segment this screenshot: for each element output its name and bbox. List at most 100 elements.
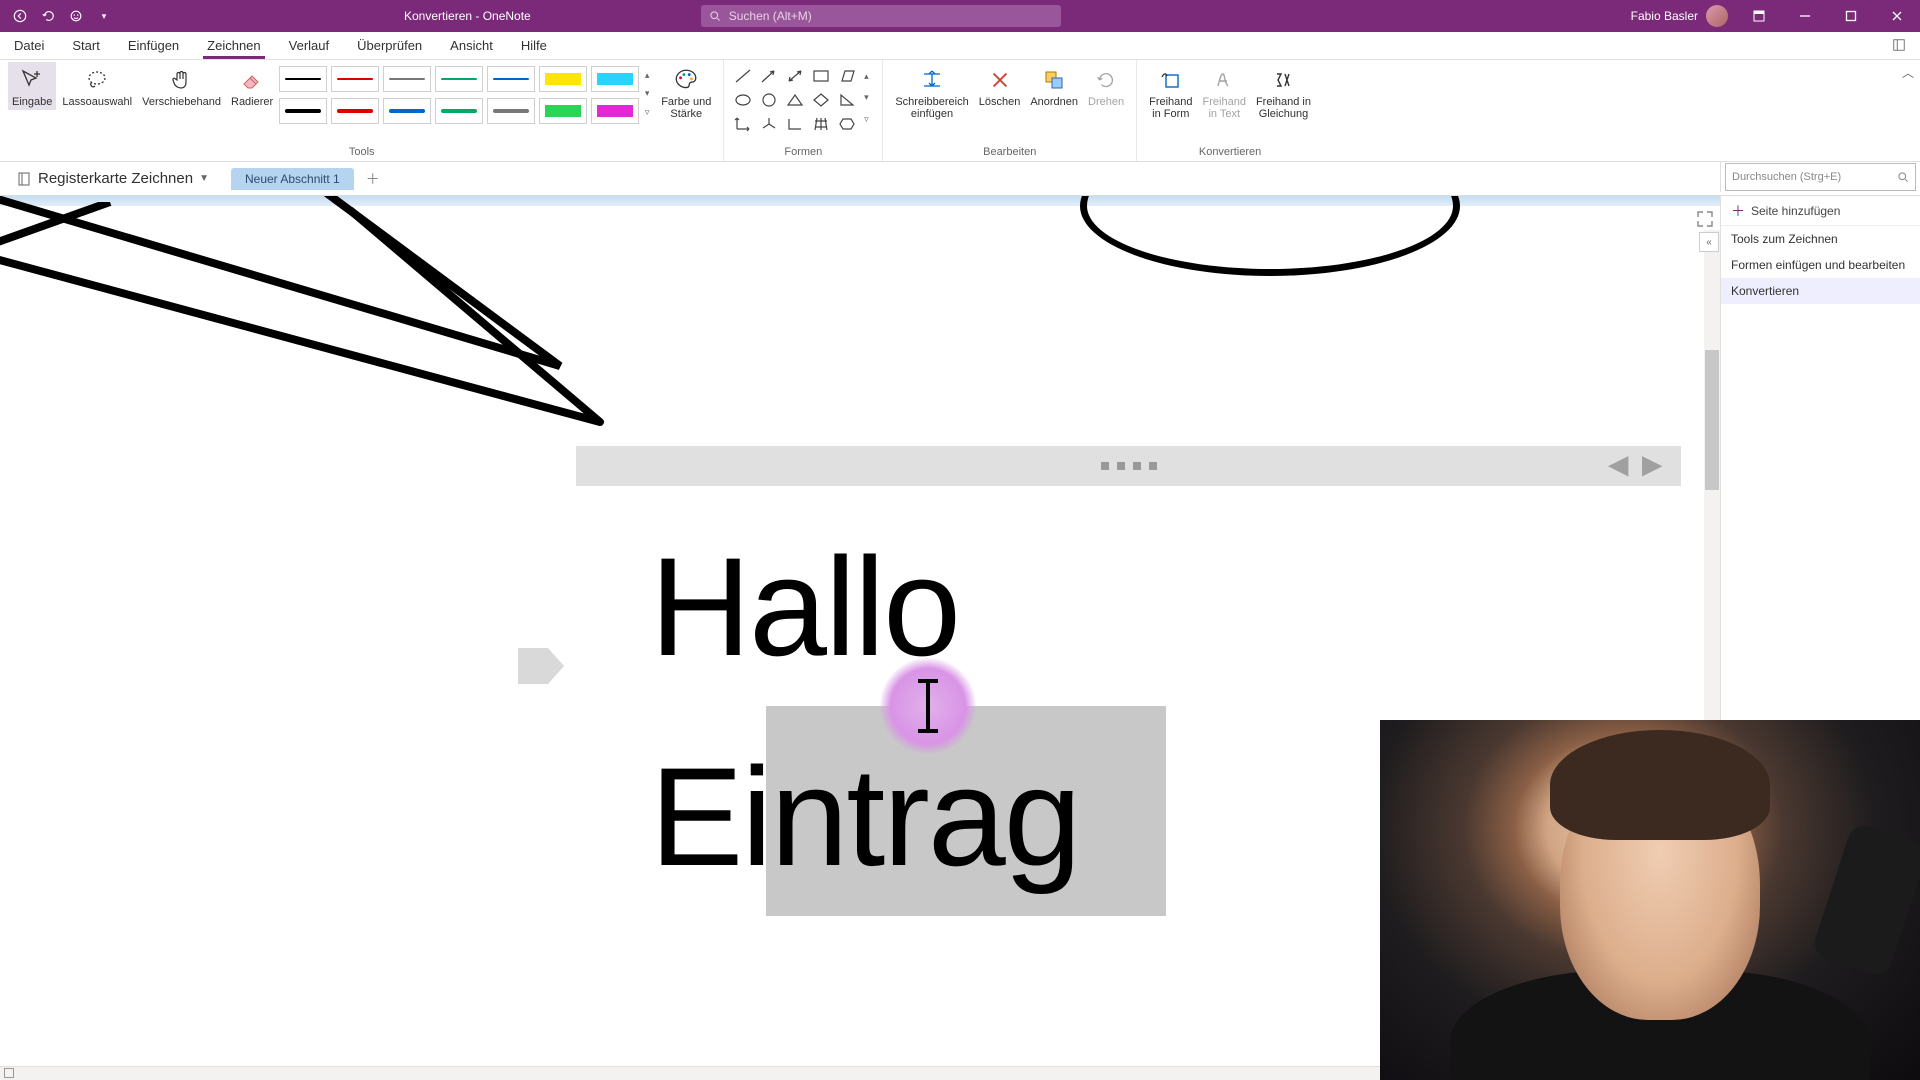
shape-circle[interactable]	[758, 90, 780, 110]
add-page-button[interactable]: ＋ Seite hinzufügen	[1721, 196, 1920, 226]
pen-red-thin[interactable]	[331, 66, 379, 92]
page-item-2[interactable]: Konvertieren	[1721, 278, 1920, 304]
shape-hexagon[interactable]	[836, 114, 858, 134]
quick-access-toolbar: ▾	[0, 4, 124, 28]
ink-math-icon	[1269, 66, 1297, 94]
scrollbar-thumb[interactable]	[1705, 350, 1719, 490]
tab-ansicht[interactable]: Ansicht	[436, 34, 507, 59]
rotate-icon	[1092, 66, 1120, 94]
note-tag-icon[interactable]	[510, 636, 570, 696]
tab-zeichnen[interactable]: Zeichnen	[193, 34, 274, 59]
group-tools: Eingabe Lassoauswahl Verschiebehand Radi…	[0, 60, 724, 161]
pen-blue-thick[interactable]	[383, 98, 431, 124]
page-item-1[interactable]: Formen einfügen und bearbeiten	[1721, 252, 1920, 278]
title-bar: ▾ Konvertieren - OneNote Suchen (Alt+M) …	[0, 0, 1920, 32]
shape-axes-3d[interactable]	[758, 114, 780, 134]
lasso-icon	[83, 66, 111, 94]
pen-gray-thin[interactable]	[383, 66, 431, 92]
pen-gray-thick[interactable]	[487, 98, 535, 124]
ink-text-icon	[1210, 66, 1238, 94]
insert-space-button[interactable]: Schreibbereich einfügen	[891, 62, 972, 122]
pen-green-thin[interactable]	[435, 66, 483, 92]
arrange-icon	[1040, 66, 1068, 94]
insert-space-icon	[918, 66, 946, 94]
shape-grid-3d[interactable]	[810, 114, 832, 134]
hand-button[interactable]: Verschiebehand	[138, 62, 225, 110]
shape-rect[interactable]	[810, 66, 832, 86]
rotate-button: Drehen	[1084, 62, 1128, 110]
lasso-button[interactable]: Lassoauswahl	[58, 62, 136, 110]
pen-red-thick[interactable]	[331, 98, 379, 124]
shape-triangle[interactable]	[784, 90, 806, 110]
plus-icon: ＋	[1731, 201, 1745, 221]
pen-green-thick[interactable]	[435, 98, 483, 124]
minimize-button[interactable]	[1782, 0, 1828, 32]
back-button[interactable]	[8, 4, 32, 28]
shape-parallelogram[interactable]	[836, 66, 858, 86]
avatar-icon	[1706, 5, 1728, 27]
drag-handle-icon[interactable]	[1101, 462, 1157, 470]
tab-verlauf[interactable]: Verlauf	[275, 34, 343, 59]
status-indicator[interactable]	[4, 1068, 14, 1078]
color-thickness-button[interactable]: Farbe und Stärke	[657, 62, 715, 122]
add-section-button[interactable]: ＋	[362, 168, 384, 190]
ribbon-collapse-button[interactable]: ︿	[1902, 64, 1914, 81]
tab-datei[interactable]: Datei	[0, 34, 58, 59]
ribbon-display-options[interactable]	[1736, 0, 1782, 32]
shape-axes-xy[interactable]	[784, 114, 806, 134]
eingabe-button[interactable]: Eingabe	[8, 62, 56, 110]
maximize-button[interactable]	[1828, 0, 1874, 32]
pen-blue-thin[interactable]	[487, 66, 535, 92]
group-label-tools: Tools	[349, 143, 375, 161]
eraser-button[interactable]: Radierer	[227, 62, 277, 110]
tab-einfuegen[interactable]: Einfügen	[114, 34, 193, 59]
notebook-dropdown[interactable]: Registerkarte Zeichnen ▼	[6, 166, 219, 191]
shapes-gallery[interactable]	[732, 62, 858, 134]
tab-hilfe[interactable]: Hilfe	[507, 34, 561, 59]
search-icon	[709, 10, 721, 22]
tab-ueberpruefen[interactable]: Überprüfen	[343, 34, 436, 59]
group-bearbeiten: Schreibbereich einfügen Löschen Anordnen…	[883, 60, 1137, 161]
shape-diamond[interactable]	[810, 90, 832, 110]
shape-right-triangle[interactable]	[836, 90, 858, 110]
indent-handle[interactable]: ►	[1635, 446, 1669, 485]
shape-line[interactable]	[732, 66, 754, 86]
pen-gallery-more[interactable]: ▴▾▿	[639, 62, 655, 126]
touch-mode-button[interactable]	[64, 4, 88, 28]
drawn-ellipse[interactable]	[1080, 196, 1460, 276]
shape-ellipse[interactable]	[732, 90, 754, 110]
text-line-2[interactable]: Eintrag	[650, 736, 1080, 898]
page-search-input[interactable]: Durchsuchen (Strg+E)	[1725, 163, 1916, 191]
drawn-triangle-shape[interactable]	[0, 202, 660, 462]
tab-start[interactable]: Start	[58, 34, 113, 59]
close-button[interactable]	[1874, 0, 1920, 32]
hl-cyan[interactable]	[591, 66, 639, 92]
search-box[interactable]: Suchen (Alt+M)	[701, 5, 1061, 27]
panel-collapse-button[interactable]: «	[1699, 232, 1719, 252]
shapes-gallery-more[interactable]: ▴▾▿	[858, 62, 874, 134]
fullscreen-toggle[interactable]	[1696, 210, 1714, 228]
undo-button[interactable]	[36, 4, 60, 28]
share-button[interactable]	[1886, 34, 1912, 59]
delete-button[interactable]: Löschen	[975, 62, 1025, 110]
window-title: Konvertieren - OneNote	[404, 9, 531, 23]
ink-to-shape-button[interactable]: Freihand in Form	[1145, 62, 1196, 122]
outdent-handle[interactable]: ◄	[1601, 446, 1635, 485]
pen-black-thin[interactable]	[279, 66, 327, 92]
ink-to-math-button[interactable]: Freihand in Gleichung	[1252, 62, 1315, 122]
pen-black-thick[interactable]	[279, 98, 327, 124]
page-item-0[interactable]: Tools zum Zeichnen	[1721, 226, 1920, 252]
arrange-button[interactable]: Anordnen	[1026, 62, 1082, 110]
hl-green[interactable]	[539, 98, 587, 124]
container-header[interactable]: ◄ ►	[576, 446, 1681, 486]
qat-customize[interactable]: ▾	[92, 4, 116, 28]
shape-double-arrow[interactable]	[784, 66, 806, 86]
search-placeholder: Suchen (Alt+M)	[729, 9, 812, 23]
user-area[interactable]: Fabio Basler	[1631, 5, 1728, 27]
shape-arrow[interactable]	[758, 66, 780, 86]
section-tab[interactable]: Neuer Abschnitt 1	[231, 168, 354, 190]
shape-axes-2d[interactable]	[732, 114, 754, 134]
hl-yellow[interactable]	[539, 66, 587, 92]
hl-magenta[interactable]	[591, 98, 639, 124]
pen-gallery[interactable]	[279, 62, 639, 126]
